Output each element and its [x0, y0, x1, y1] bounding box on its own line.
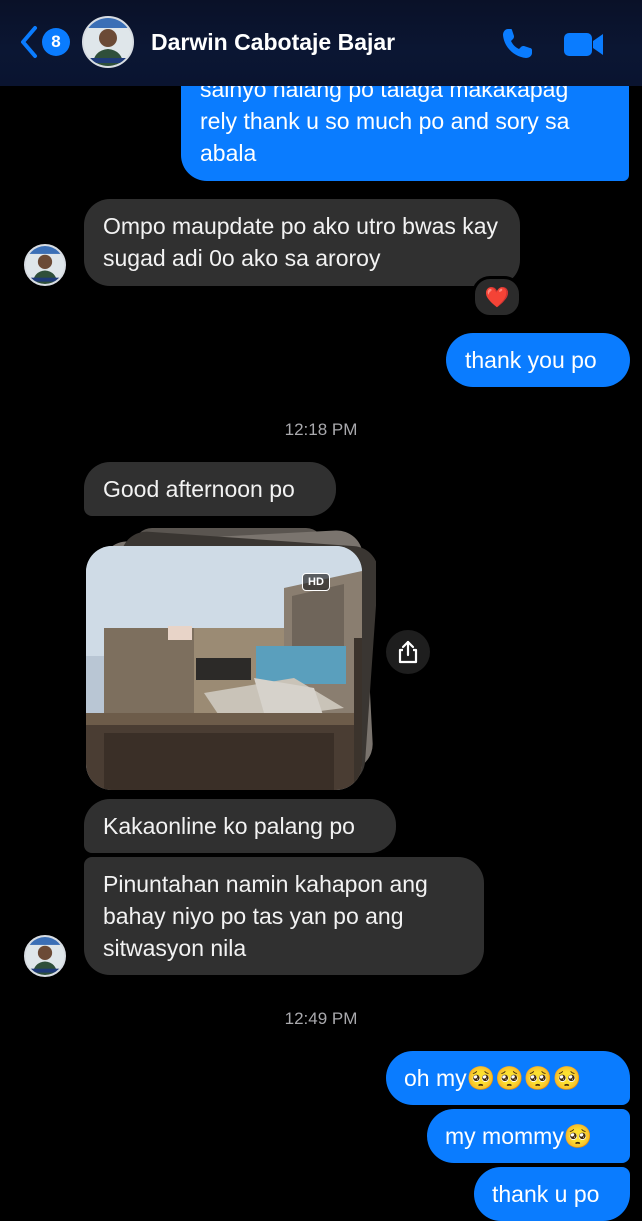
- video-call-icon[interactable]: [562, 28, 606, 60]
- house-photo: [86, 528, 379, 790]
- timestamp: 12:49 PM: [284, 1009, 358, 1028]
- message-text: Pinuntahan namin kahapon ang bahay niyo …: [103, 871, 428, 961]
- message-text: thank u po: [492, 1181, 600, 1207]
- hd-quality-badge: HD: [302, 573, 330, 591]
- contact-name[interactable]: Darwin Cabotaje Bajar: [151, 29, 395, 56]
- timestamp: 12:18 PM: [284, 420, 358, 439]
- message-text: oh my🥺🥺🥺🥺: [404, 1065, 582, 1091]
- person-photo-icon: [26, 937, 64, 975]
- message-text: my mommy🥺: [445, 1123, 593, 1149]
- phone-call-icon[interactable]: [499, 26, 535, 62]
- outgoing-message[interactable]: oh my🥺🥺🥺🥺: [386, 1051, 630, 1105]
- unread-count-badge: 8: [42, 28, 70, 56]
- message-text: sainyo nalang po talaga makakapag rely t…: [200, 76, 570, 166]
- message-text: Good afternoon po: [103, 476, 295, 502]
- heart-reaction[interactable]: ❤️: [472, 276, 522, 318]
- back-button[interactable]: 8: [18, 24, 70, 60]
- message-text: Ompo maupdate po ako utro bwas kay sugad…: [103, 213, 499, 271]
- incoming-message[interactable]: Pinuntahan namin kahapon ang bahay niyo …: [84, 857, 484, 975]
- photo-attachment[interactable]: [84, 528, 379, 792]
- sender-avatar[interactable]: [24, 935, 66, 977]
- share-icon: [398, 640, 418, 664]
- share-button[interactable]: [386, 630, 430, 674]
- outgoing-message[interactable]: my mommy🥺: [427, 1109, 630, 1163]
- heart-icon: ❤️: [484, 286, 510, 309]
- chat-header: 8 Darwin Cabotaje Bajar: [0, 0, 642, 86]
- outgoing-message[interactable]: thank u po: [474, 1167, 630, 1221]
- sender-avatar[interactable]: [24, 244, 66, 286]
- message-text: thank you po: [465, 347, 597, 373]
- incoming-message[interactable]: Good afternoon po: [84, 462, 336, 516]
- person-photo-icon: [84, 18, 132, 66]
- chevron-left-icon: [21, 26, 37, 58]
- person-photo-icon: [26, 246, 64, 284]
- message-text: Kakaonline ko palang po: [103, 813, 355, 839]
- incoming-message[interactable]: Ompo maupdate po ako utro bwas kay sugad…: [84, 199, 520, 286]
- contact-avatar[interactable]: [82, 16, 134, 68]
- incoming-message[interactable]: Kakaonline ko palang po: [84, 799, 396, 853]
- outgoing-message[interactable]: thank you po: [446, 333, 630, 387]
